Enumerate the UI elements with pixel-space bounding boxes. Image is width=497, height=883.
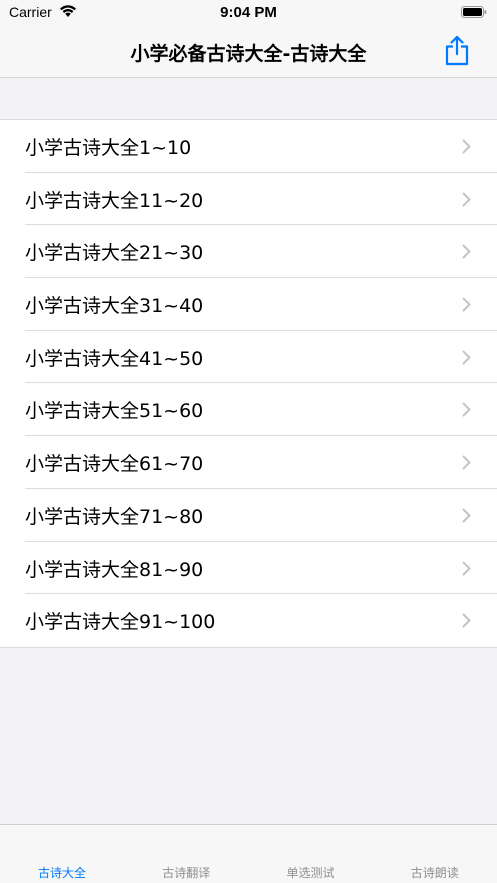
battery-icon [461,6,487,18]
tab-2[interactable]: 古诗翻译 [124,864,248,881]
list-item-label: 小学古诗大全61~70 [25,453,204,476]
tab-4[interactable]: 古诗朗读 [373,864,497,881]
chevron-right-icon [462,455,471,470]
chevron-right-icon [462,561,471,575]
share-icon[interactable] [444,34,470,66]
status-time: 9:04 PM [220,4,277,21]
tab-3[interactable]: 单选测试 [249,864,373,881]
tab-bar: 古诗大全 古诗翻译 单选测试 古诗朗读 [0,824,497,883]
list-item-label: 小学古诗大全41~50 [25,347,204,370]
chevron-right-icon [462,402,471,417]
list-item[interactable]: 小学古诗大全61~70 [0,436,497,489]
chevron-right-icon [462,350,471,365]
list-item-label: 小学古诗大全51~60 [25,400,204,423]
list-item-label: 小学古诗大全31~40 [25,295,204,318]
list-item-label: 小学古诗大全1~10 [25,137,192,159]
list-item-label: 小学古诗大全81~90 [25,558,204,581]
status-bar: Carrier 9:04 PM [0,0,497,26]
list-item[interactable]: 小学古诗大全91~100 [0,594,497,647]
chevron-right-icon [462,192,471,207]
navigation-bar: 小学必备古诗大全-古诗大全 [0,26,497,78]
chevron-right-icon [462,244,471,259]
list-item[interactable]: 小学古诗大全71~80 [0,489,497,542]
chevron-right-icon [462,613,471,628]
list-item[interactable]: 小学古诗大全41~50 [0,331,497,384]
chevron-right-icon [462,297,471,312]
list-item[interactable]: 小学古诗大全11~20 [0,173,497,226]
poem-group-list: 小学古诗大全1~10 小学古诗大全11~20 小学古诗大全21~30 小学古诗大全31… [0,119,497,648]
chevron-right-icon [462,139,471,154]
list-item-label: 小学古诗大全71~80 [25,505,204,528]
list-item[interactable]: 小学古诗大全51~60 [0,383,497,437]
list-item-label: 小学古诗大全11~20 [25,189,204,212]
list-item[interactable]: 小学古诗大全21~30 [0,225,497,279]
chevron-right-icon [462,508,471,523]
list-item[interactable]: 小学古诗大全31~40 [0,278,497,331]
list-item[interactable]: 小学古诗大全81~90 [0,542,497,595]
page-title: 小学必备古诗大全-古诗大全 [130,43,367,65]
list-item[interactable]: 小学古诗大全1~10 [0,120,497,173]
list-item-label: 小学古诗大全21~30 [25,242,204,265]
tab-1[interactable]: 古诗大全 [0,864,124,881]
list-item-label: 小学古诗大全91~100 [25,611,216,634]
